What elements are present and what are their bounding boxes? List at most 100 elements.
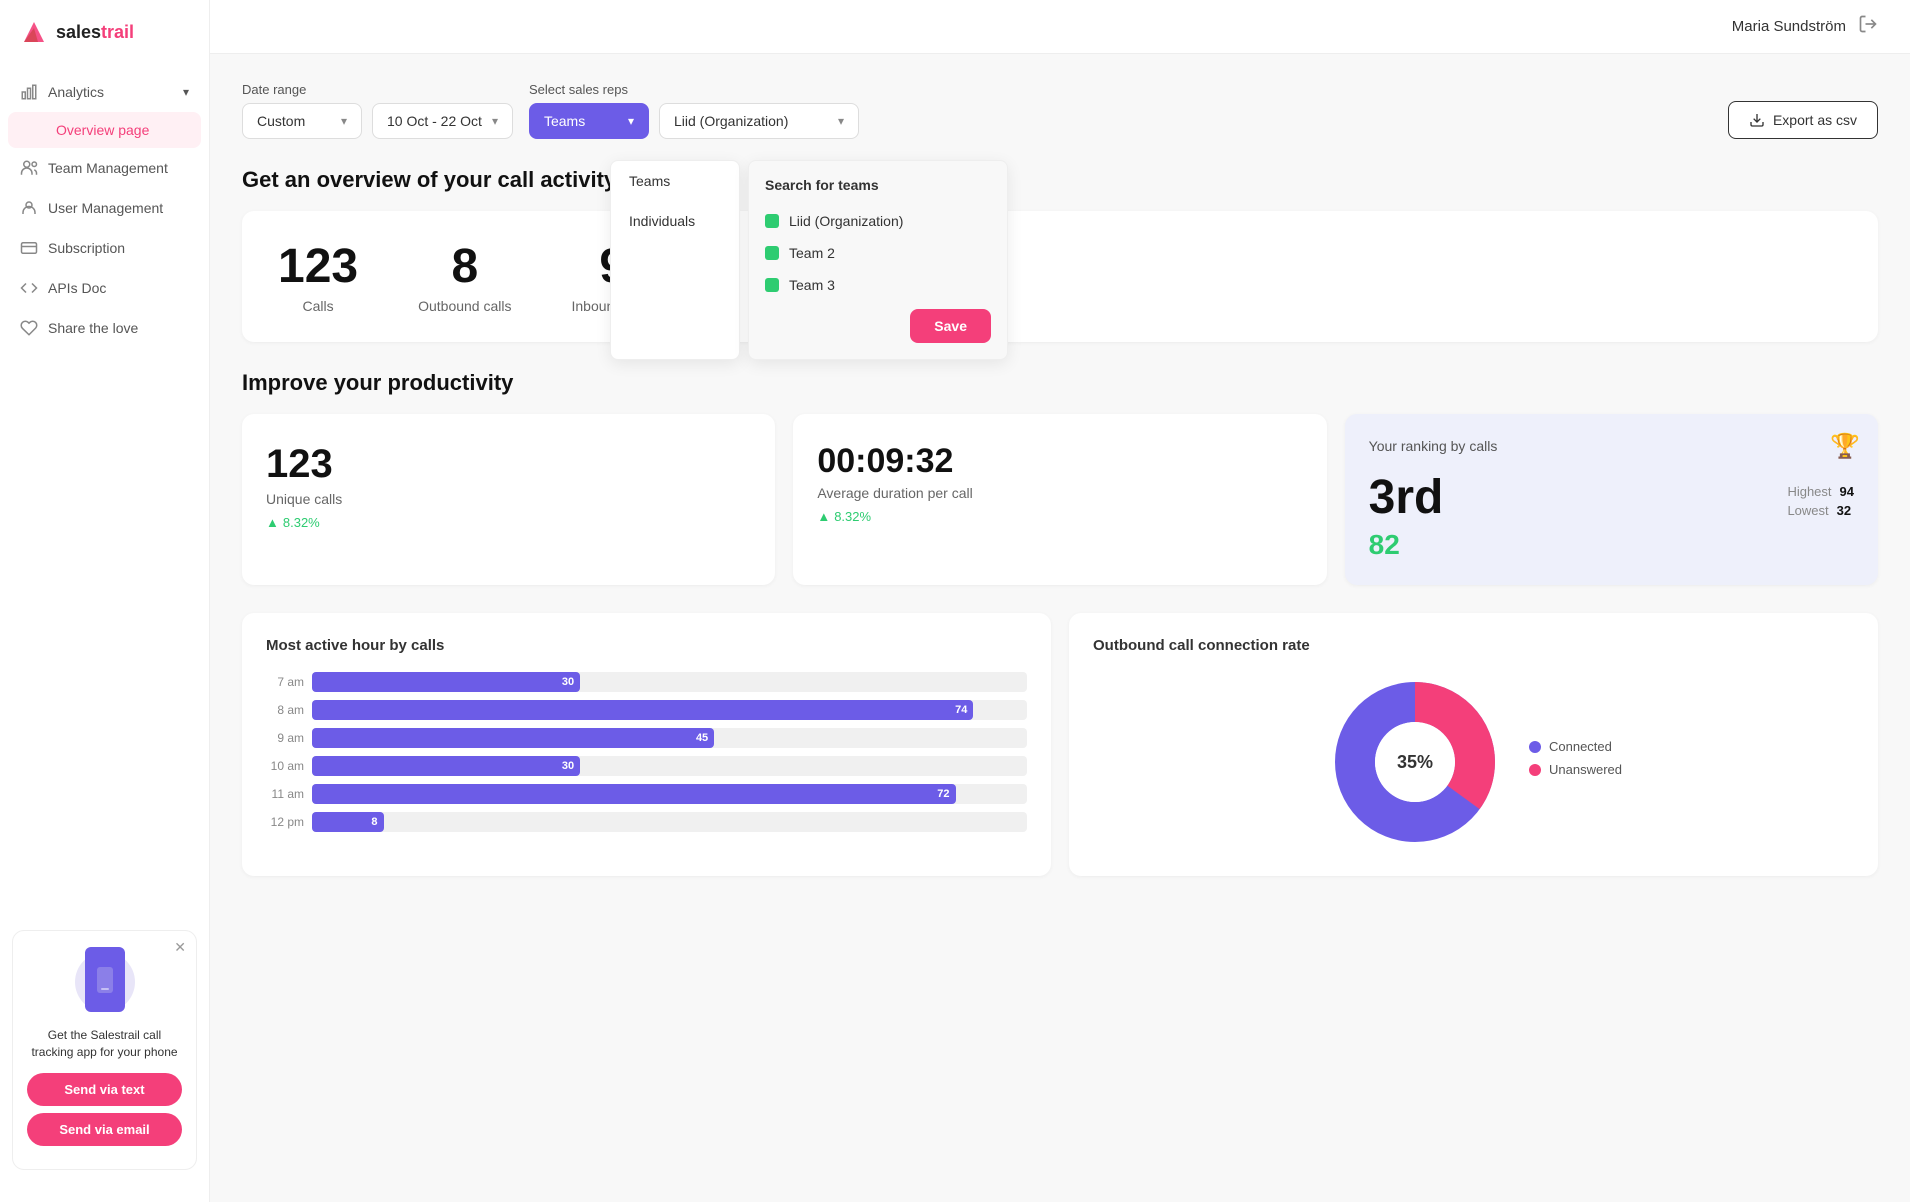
org-dropdown-value: Liid (Organization) [674, 113, 788, 129]
bar-track: 8 [312, 812, 1027, 832]
team-dot-team3 [765, 278, 779, 292]
date-range-label: Date range [242, 82, 513, 97]
org-dropdown[interactable]: Liid (Organization) ▾ [659, 103, 859, 139]
teams-list-item-teams[interactable]: Teams [611, 161, 739, 201]
bar-fill: 30 [312, 756, 580, 776]
team-option-team3[interactable]: Team 3 [765, 269, 991, 301]
sidebar-item-apis-doc-label: APIs Doc [48, 280, 106, 296]
send-via-text-button[interactable]: Send via text [27, 1073, 182, 1106]
team-option-team3-label: Team 3 [789, 277, 835, 293]
custom-dropdown[interactable]: Custom ▾ [242, 103, 362, 139]
teams-search-title: Search for teams [765, 177, 991, 193]
donut-wrapper: 35% Connected Unanswered [1093, 672, 1854, 852]
save-teams-button[interactable]: Save [910, 309, 991, 343]
unique-calls-change: ▲ 8.32% [266, 515, 751, 530]
analytics-chevron-icon: ▾ [183, 85, 189, 99]
svg-text:35%: 35% [1397, 752, 1433, 772]
custom-dropdown-value: Custom [257, 113, 305, 129]
date-range-chevron-icon: ▾ [492, 114, 498, 128]
card-icon [20, 239, 38, 257]
bar-fill: 30 [312, 672, 580, 692]
header: Maria Sundström [210, 0, 1910, 54]
promo-close-button[interactable]: ✕ [174, 939, 186, 956]
productivity-section: Improve your productivity 123 Unique cal… [242, 370, 1878, 585]
sidebar-item-apis-doc[interactable]: APIs Doc [0, 268, 209, 308]
sidebar-item-team-management[interactable]: Team Management [0, 148, 209, 188]
promo-text: Get the Salestrail call tracking app for… [27, 1027, 182, 1061]
donut-legend: Connected Unanswered [1529, 739, 1622, 785]
date-range-row: Custom ▾ 10 Oct - 22 Oct ▾ [242, 103, 513, 139]
trophy-icon: 🏆 [1830, 432, 1860, 461]
bar-fill: 8 [312, 812, 384, 832]
stat-outbound-label: Outbound calls [418, 298, 511, 314]
bar-track: 30 [312, 756, 1027, 776]
donut-chart-svg: 35% [1325, 672, 1505, 852]
export-csv-label: Export as csv [1773, 112, 1857, 128]
export-csv-button[interactable]: Export as csv [1728, 101, 1878, 139]
logo-icon [20, 18, 48, 46]
teams-list: Teams Individuals [610, 160, 740, 360]
teams-dropdown[interactable]: Teams ▾ [529, 103, 649, 139]
sidebar-item-subscription-label: Subscription [48, 240, 125, 256]
teams-search-panel: Search for teams Liid (Organization) Tea… [748, 160, 1008, 360]
up-arrow-icon: ▲ [266, 515, 279, 530]
stat-calls: 123 Calls [278, 239, 358, 314]
nav-group-analytics: Analytics ▾ Overview page [0, 72, 209, 148]
bar-value: 45 [696, 732, 708, 744]
legend-connected-label: Connected [1549, 739, 1612, 754]
avg-duration-change-value: 8.32% [834, 509, 871, 524]
download-icon [1749, 112, 1765, 128]
bar-chart: 7 am 30 8 am 74 9 am 45 10 am [266, 672, 1027, 832]
sidebar-item-user-management[interactable]: User Management [0, 188, 209, 228]
bar-fill: 72 [312, 784, 956, 804]
ranking-highest-label: Highest [1787, 484, 1831, 499]
ranking-lowest-row: Lowest 32 [1787, 503, 1854, 518]
date-range-dropdown[interactable]: 10 Oct - 22 Oct ▾ [372, 103, 513, 139]
logo-text: salestrail [56, 22, 134, 43]
team-option-liid-label: Liid (Organization) [789, 213, 903, 229]
ranking-meta: Highest 94 Lowest 32 [1787, 484, 1854, 522]
bar-value: 30 [562, 760, 574, 772]
sidebar-item-analytics-label: Analytics [48, 84, 104, 100]
teams-dropdown-chevron-icon: ▾ [628, 114, 634, 128]
team-option-team2[interactable]: Team 2 [765, 237, 991, 269]
charts-grid: Most active hour by calls 7 am 30 8 am 7… [242, 613, 1878, 876]
ranking-highest-val: 94 [1840, 484, 1854, 499]
bar-row: 10 am 30 [266, 756, 1027, 776]
unique-calls-change-value: 8.32% [283, 515, 320, 530]
logout-icon[interactable] [1858, 14, 1878, 39]
bar-row: 12 pm 8 [266, 812, 1027, 832]
bar-label: 9 am [266, 731, 304, 745]
sidebar-item-subscription[interactable]: Subscription [0, 228, 209, 268]
sidebar-item-user-management-label: User Management [48, 200, 163, 216]
sidebar-item-share[interactable]: Share the love [0, 308, 209, 348]
sidebar-item-analytics[interactable]: Analytics ▾ [0, 72, 209, 112]
ranking-highest-row: Highest 94 [1787, 484, 1854, 499]
productivity-title: Improve your productivity [242, 370, 1878, 396]
logo[interactable]: salestrail [0, 0, 209, 64]
teams-dropdown-overlay: Teams Individuals Search for teams Liid … [610, 160, 1008, 360]
team-icon [20, 159, 38, 177]
ranking-lowest-val: 32 [1837, 503, 1851, 518]
productivity-grid: 123 Unique calls ▲ 8.32% 00:09:32 Averag… [242, 414, 1878, 585]
sidebar: salestrail Analytics ▾ Overview page Tea… [0, 0, 210, 1202]
ranking-card: Your ranking by calls 🏆 3rd 82 Highest 9… [1345, 414, 1878, 585]
avg-duration-card: 00:09:32 Average duration per call ▲ 8.3… [793, 414, 1326, 585]
date-range-value: 10 Oct - 22 Oct [387, 113, 482, 129]
bar-row: 9 am 45 [266, 728, 1027, 748]
bar-track: 45 [312, 728, 1027, 748]
send-via-email-button[interactable]: Send via email [27, 1113, 182, 1146]
teams-list-item-individuals[interactable]: Individuals [611, 201, 739, 241]
bar-fill: 74 [312, 700, 973, 720]
overview-section: Get an overview of your call activity 12… [242, 167, 1878, 342]
bar-row: 7 am 30 [266, 672, 1027, 692]
legend-connected: Connected [1529, 739, 1622, 754]
ranking-score: 82 [1369, 529, 1854, 561]
sidebar-item-overview[interactable]: Overview page [8, 112, 201, 148]
bar-label: 10 am [266, 759, 304, 773]
team-option-liid[interactable]: Liid (Organization) [765, 205, 991, 237]
date-range-filter: Date range Custom ▾ 10 Oct - 22 Oct ▾ [242, 82, 513, 139]
ranking-lowest-label: Lowest [1787, 503, 1828, 518]
avg-duration-label: Average duration per call [817, 485, 1302, 501]
team-option-team2-label: Team 2 [789, 245, 835, 261]
